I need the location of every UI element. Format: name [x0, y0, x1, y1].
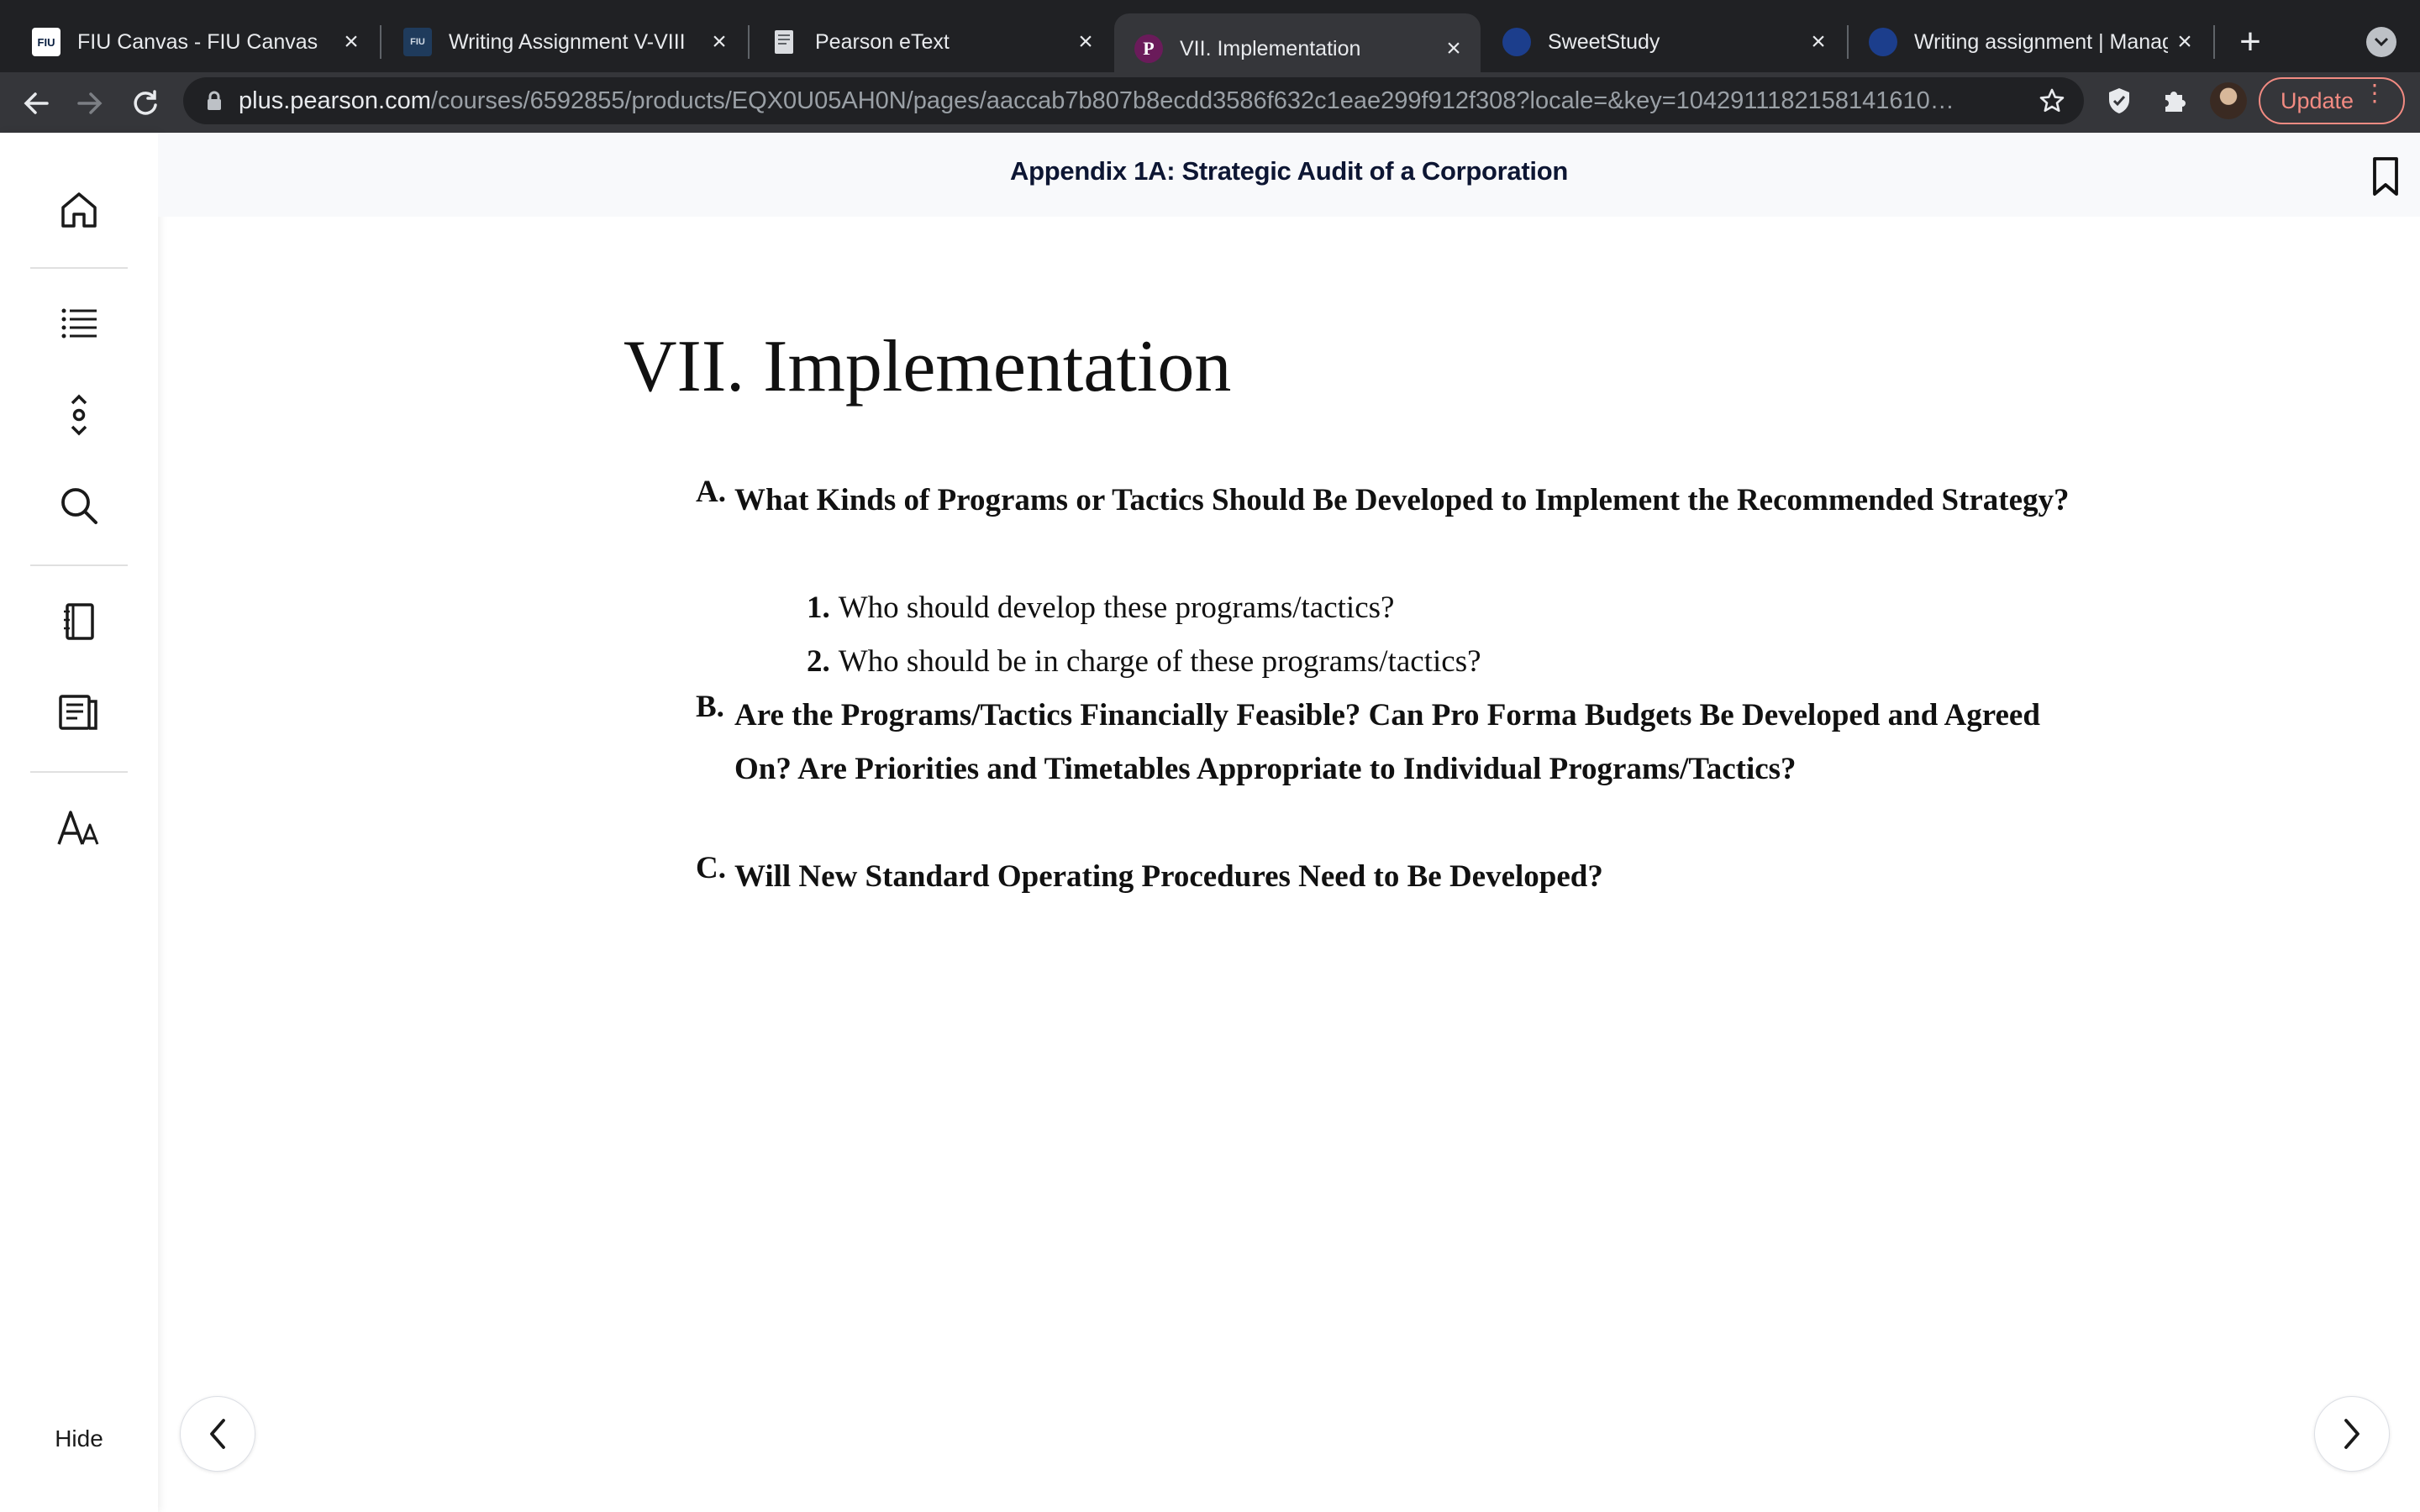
tab-title: Pearson eText: [815, 29, 950, 54]
url-text[interactable]: plus.pearson.com/courses/6592855/product…: [239, 87, 2035, 115]
chevron-left-icon: [210, 1419, 225, 1449]
reload-button[interactable]: [126, 84, 165, 123]
sweetstudy-icon: [1502, 28, 1531, 56]
update-label: Update: [2281, 87, 2354, 113]
browser-tab[interactable]: Pearson eText ×: [750, 12, 1113, 72]
profile-avatar[interactable]: [2210, 82, 2247, 119]
sub-list-item: 1. Who should develop these programs/tact…: [807, 581, 1394, 635]
sidebar-divider: [30, 564, 128, 566]
list-number: 1.: [807, 591, 830, 625]
previous-page-button[interactable]: [180, 1396, 255, 1472]
list-number: 2.: [807, 644, 830, 679]
sub-list-item: 2. Who should be in charge of these progr…: [807, 635, 1481, 689]
list-item-text: Are the Programs/Tactics Financially Fea…: [734, 698, 2040, 786]
tab-title: Writing Assignment V-VIII: [449, 29, 686, 54]
lock-icon[interactable]: [203, 90, 225, 112]
close-icon[interactable]: ×: [2168, 25, 2202, 59]
close-icon[interactable]: ×: [334, 25, 368, 59]
url-host: plus.pearson.com: [239, 87, 431, 114]
flashcards-icon: [59, 695, 97, 730]
tab-separator: [380, 25, 381, 59]
url-path: /courses/6592855/products/EQX0U05AH0N/pa…: [430, 87, 1954, 114]
address-bar[interactable]: plus.pearson.com/courses/6592855/product…: [183, 77, 2084, 124]
browser-tab-strip: FIU FIU Canvas - FIU Canvas × FIU Writin…: [0, 0, 2420, 84]
tab-separator: [2213, 25, 2215, 59]
browser-tab[interactable]: FIU FIU Canvas - FIU Canvas ×: [12, 12, 378, 72]
list-item: B. Are the Programs/Tactics Financially …: [696, 689, 2091, 796]
sub-list-item-text: Who should develop these programs/tactic…: [838, 591, 1395, 625]
tab-search-button[interactable]: [2366, 27, 2396, 57]
tab-title: Writing assignment | Manag: [1914, 29, 2168, 54]
sidebar-item-display-settings[interactable]: [45, 795, 113, 862]
sidebar-divider: [30, 771, 128, 773]
arrow-left-icon: [24, 92, 49, 114]
notebook-icon: [64, 603, 94, 640]
search-icon: [61, 488, 97, 524]
close-icon[interactable]: ×: [1437, 32, 1470, 66]
chevron-right-icon: [2344, 1419, 2360, 1449]
more-vert-icon: ⋮: [2363, 80, 2386, 106]
reload-icon: [134, 90, 157, 115]
book-section-title: Appendix 1A: Strategic Audit of a Corpor…: [1010, 156, 1568, 186]
new-tab-button[interactable]: +: [2230, 21, 2270, 62]
arrow-right-icon: [77, 92, 103, 114]
hide-sidebar-button[interactable]: Hide: [34, 1418, 124, 1460]
sidebar-item-contents[interactable]: [45, 291, 113, 358]
next-page-button[interactable]: [2314, 1396, 2390, 1472]
etext-page: Hide Appendix 1A: Strategic Audit of a C…: [0, 133, 2420, 1512]
sidebar: Hide: [0, 133, 158, 1512]
list-item: A. What Kinds of Programs or Tactics Sho…: [696, 474, 2091, 528]
list-marker: A.: [696, 475, 726, 509]
tab-title: VII. Implementation: [1180, 36, 1361, 60]
bookmark-icon[interactable]: [2366, 155, 2405, 198]
pearson-logo-icon: P: [1134, 34, 1163, 63]
privacy-extension-button[interactable]: [2101, 82, 2138, 119]
close-icon[interactable]: ×: [1802, 25, 1835, 59]
fiu-logo-icon: FIU: [403, 28, 432, 56]
navigate-icon: [71, 394, 87, 436]
tab-title: SweetStudy: [1548, 29, 1660, 54]
list-item: C. Will New Standard Operating Procedure…: [696, 850, 2091, 904]
home-icon: [61, 192, 97, 228]
sweetstudy-icon: [1869, 28, 1897, 56]
chevron-down-icon: [2374, 37, 2389, 47]
fiu-logo-icon: FIU: [32, 28, 60, 56]
sidebar-item-flashcards[interactable]: [45, 679, 113, 746]
sub-list-item-text: Who should be in charge of these program…: [838, 644, 1481, 679]
text-size-icon: [57, 811, 99, 845]
tab-title: FIU Canvas - FIU Canvas: [77, 29, 318, 54]
bookmark-star-icon[interactable]: [2035, 84, 2069, 118]
sidebar-item-home[interactable]: [45, 176, 113, 244]
update-button[interactable]: Update ⋮: [2259, 77, 2405, 124]
document-icon: [770, 28, 798, 56]
extensions-button[interactable]: [2156, 82, 2193, 119]
shield-icon: [2109, 88, 2129, 113]
close-icon[interactable]: ×: [1069, 25, 1102, 59]
puzzle-icon: [2165, 92, 2186, 112]
browser-tab[interactable]: SweetStudy ×: [1482, 12, 1845, 72]
list-item-text: Will New Standard Operating Procedures N…: [734, 859, 1603, 894]
table-of-contents-icon: [61, 308, 97, 339]
sidebar-divider: [30, 267, 128, 269]
sidebar-item-navigate[interactable]: [45, 381, 113, 449]
close-icon[interactable]: ×: [702, 25, 736, 59]
browser-tab[interactable]: Writing assignment | Manag ×: [1849, 12, 2212, 72]
list-marker: C.: [696, 851, 726, 885]
browser-tab[interactable]: FIU Writing Assignment V-VIII ×: [383, 12, 746, 72]
list-item-text: What Kinds of Programs or Tactics Should…: [734, 483, 2070, 517]
list-marker: B.: [696, 690, 724, 724]
sidebar-item-notebook[interactable]: [45, 588, 113, 655]
page-title: VII. Implementation: [623, 326, 1232, 407]
sidebar-item-search[interactable]: [45, 472, 113, 539]
forward-button[interactable]: [71, 84, 109, 123]
back-button[interactable]: [17, 84, 55, 123]
page-header: Appendix 1A: Strategic Audit of a Corpor…: [158, 133, 2420, 217]
